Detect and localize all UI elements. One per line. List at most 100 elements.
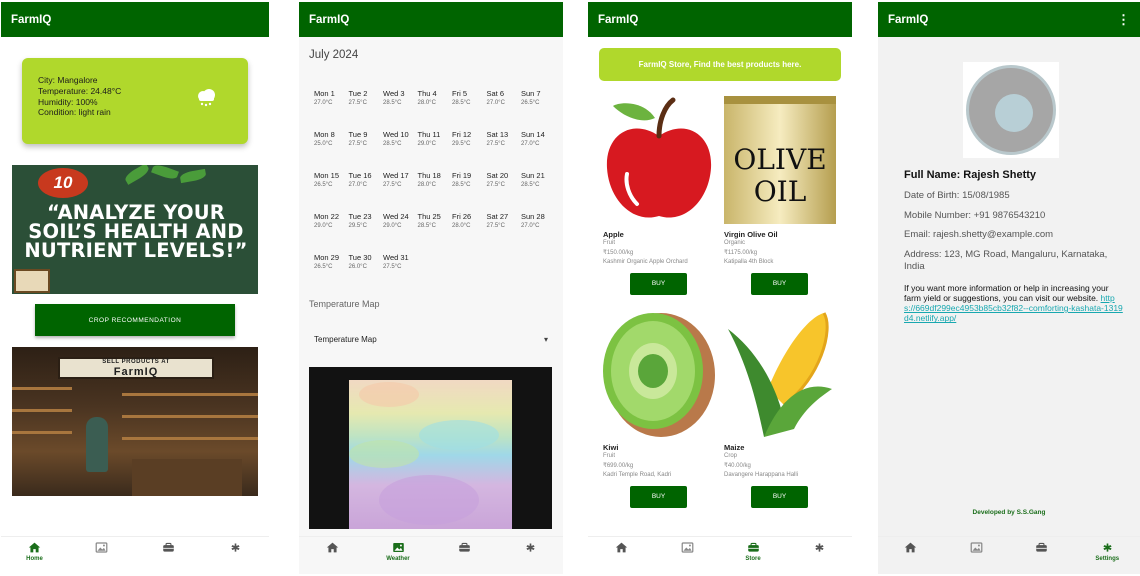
store-sign-top: SELL PRODUCTS AT: [102, 359, 170, 365]
address: Address: 123, MG Road, Mangaluru, Karnat…: [904, 248, 1108, 272]
day-label: Sat 13: [486, 130, 509, 139]
product-card[interactable]: Maize Crop ₹40.00/kg Davangere Harappana…: [724, 309, 836, 508]
buy-button[interactable]: BUY: [630, 485, 687, 508]
home-screen: FarmIQ City: Mangalore Temperature: 24.4…: [1, 2, 269, 574]
day-label: Sat 20: [486, 171, 509, 180]
settings-icon: [231, 543, 240, 552]
weather-card[interactable]: City: Mangalore Temperature: 24.48°C Hum…: [22, 58, 248, 144]
day-label: Sat 27: [486, 212, 509, 221]
day-label: Sun 7: [521, 89, 541, 98]
day-temperature: 28.5°C: [452, 99, 471, 106]
nav-weather[interactable]: [77, 541, 127, 554]
buy-button[interactable]: BUY: [751, 485, 808, 508]
settings-icon: [814, 543, 824, 552]
calendar-day[interactable]: Fri 12 29.5°C: [452, 130, 487, 168]
buy-button[interactable]: BUY: [630, 272, 687, 295]
calendar-day[interactable]: Tue 30 26.0°C: [349, 253, 384, 291]
shelf: [122, 415, 258, 418]
day-label: Tue 23: [348, 212, 372, 221]
day-temperature: 26.5°C: [314, 181, 333, 188]
image-icon: [681, 542, 693, 553]
day-temperature: 27.5°C: [486, 140, 505, 147]
home-icon: [326, 542, 338, 553]
nav-settings[interactable]: [505, 541, 555, 554]
calendar-day[interactable]: Mon 1 27.0°C: [314, 89, 349, 127]
image-icon: [95, 542, 108, 553]
calendar-day[interactable]: Thu 25 28.5°C: [418, 212, 453, 250]
calendar-day[interactable]: Fri 19 28.5°C: [452, 171, 487, 209]
leaf-decoration: [151, 165, 179, 182]
temperature-map-dropdown[interactable]: Temperature Map ▾: [309, 327, 553, 351]
calendar-day[interactable]: Mon 29 26.5°C: [314, 253, 349, 291]
calendar-day[interactable]: Sat 20 27.5°C: [486, 171, 522, 209]
nav-weather[interactable]: Weather: [373, 541, 423, 562]
nav-settings[interactable]: Settings: [1082, 541, 1132, 562]
nav-settings[interactable]: [794, 541, 844, 554]
store-icon: [1036, 542, 1048, 552]
more-vert-icon[interactable]: ⋮: [1117, 12, 1130, 28]
day-temperature: 27.0°C: [521, 222, 540, 229]
nav-home[interactable]: [596, 541, 646, 554]
store-image[interactable]: SELL PRODUCTS AT FarmIQ: [12, 347, 258, 496]
buy-button[interactable]: BUY: [751, 272, 808, 295]
calendar-day[interactable]: Tue 2 27.5°C: [349, 89, 384, 127]
nav-store[interactable]: [144, 541, 194, 554]
calendar-day[interactable]: Tue 23 29.5°C: [348, 212, 384, 250]
store-sign-main: FarmIQ: [113, 366, 159, 378]
calendar-day[interactable]: Fri 26 28.0°C: [452, 212, 487, 250]
kiwi-icon: [603, 313, 715, 437]
product-card[interactable]: OLIVE OIL Virgin Olive Oil Organic ₹1175…: [724, 96, 836, 295]
shelf: [12, 431, 72, 434]
calendar-day[interactable]: Sat 27 27.5°C: [486, 212, 522, 250]
day-temperature: 27.0°C: [521, 140, 540, 147]
temperature-map[interactable]: [309, 367, 552, 529]
shelf: [122, 437, 258, 440]
nav-home[interactable]: [886, 541, 936, 554]
product-name: Virgin Olive Oil: [724, 230, 778, 239]
product-price: ₹699.00/kg: [603, 462, 634, 469]
calendar-day[interactable]: Thu 4 28.0°C: [418, 89, 453, 127]
day-label: Fri 5: [452, 89, 467, 98]
nav-home[interactable]: [307, 541, 357, 554]
calendar-day[interactable]: Wed 10 28.5°C: [383, 130, 418, 168]
nav-weather[interactable]: [662, 541, 712, 554]
calendar-day[interactable]: Mon 8 25.0°C: [314, 130, 349, 168]
calendar-day[interactable]: Fri 5 28.5°C: [452, 89, 487, 127]
calendar-day[interactable]: Wed 17 27.5°C: [383, 171, 418, 209]
nav-store[interactable]: [439, 541, 489, 554]
nav-store[interactable]: [1017, 541, 1067, 554]
calendar-day[interactable]: Wed 31 27.5°C: [383, 253, 418, 291]
profile-picture[interactable]: [963, 62, 1059, 158]
product-card[interactable]: Kiwi Fruit ₹699.00/kg Kadri Temple Road,…: [603, 309, 715, 508]
day-temperature: 28.5°C: [452, 181, 471, 188]
app-bar: FarmIQ ⋮: [878, 2, 1140, 37]
calendar-day[interactable]: Thu 11 29.0°C: [418, 130, 453, 168]
calendar-day[interactable]: Sat 6 27.0°C: [487, 89, 522, 127]
calendar-day[interactable]: Sun 14 27.0°C: [521, 130, 556, 168]
product-category: Organic: [724, 240, 746, 246]
nav-home[interactable]: Home: [10, 541, 60, 562]
maize-icon: [728, 312, 832, 437]
nav-store[interactable]: Store: [728, 541, 778, 562]
nav-weather[interactable]: [951, 541, 1001, 554]
calendar-day[interactable]: Tue 9 27.5°C: [349, 130, 384, 168]
calendar-day[interactable]: Sun 28 27.0°C: [521, 212, 556, 250]
calendar-day[interactable]: Wed 24 29.0°C: [383, 212, 418, 250]
product-card[interactable]: Apple Fruit ₹150.00/kg Kashmir Organic A…: [603, 96, 715, 295]
weather-city: City: Mangalore: [38, 75, 98, 85]
crop-recommendation-button[interactable]: CROP RECOMMENDATION: [35, 304, 235, 336]
calendar-day[interactable]: Sat 13 27.5°C: [486, 130, 522, 168]
calendar-day[interactable]: Wed 3 28.5°C: [383, 89, 418, 127]
profile-details: Full Name: Rajesh Shetty Date of Birth: …: [904, 169, 1124, 324]
banner-number: 10: [38, 168, 88, 198]
day-label: Wed 3: [383, 89, 405, 98]
nav-store-label: Store: [745, 556, 761, 562]
calendar-day[interactable]: Mon 22 29.0°C: [314, 212, 349, 250]
calendar-day[interactable]: Mon 15 26.5°C: [314, 171, 349, 209]
nav-settings[interactable]: [211, 541, 261, 554]
calendar-day[interactable]: Thu 18 28.0°C: [418, 171, 453, 209]
product-seller: Katipalla 4th Block: [724, 259, 774, 265]
calendar-day[interactable]: Sun 21 28.5°C: [521, 171, 556, 209]
calendar-day[interactable]: Sun 7 26.5°C: [521, 89, 556, 127]
calendar-day[interactable]: Tue 16 27.0°C: [349, 171, 384, 209]
